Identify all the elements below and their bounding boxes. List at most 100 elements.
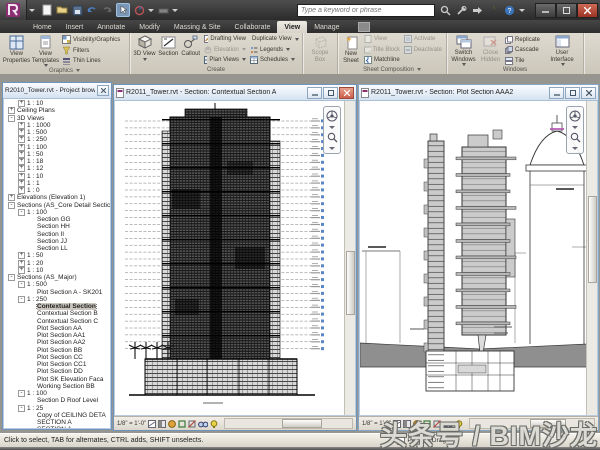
tree-expand-icon[interactable] [18,390,25,397]
tree-expand-icon[interactable] [18,252,25,259]
ribbon-tab[interactable]: Manage [307,21,346,33]
ribbon-tab[interactable]: Modify [132,21,167,33]
tree-item[interactable]: Section II [6,231,110,238]
minimize-button[interactable] [535,3,556,18]
ribbon-tab[interactable]: Home [26,21,59,33]
undo-icon[interactable] [86,4,98,16]
tree-item[interactable]: 1 : 12 [6,165,110,172]
close-button[interactable] [577,3,598,18]
tree-expand-icon[interactable] [8,107,15,114]
reveal-hidden-icon[interactable] [210,420,218,428]
tree-item[interactable]: 1 : 250 [6,136,110,143]
wheel-caret-icon[interactable] [572,126,578,129]
callout-button[interactable]: Callout [180,34,202,65]
activate-button[interactable]: Activate [404,34,442,44]
tree-item[interactable]: Plot SK Elevation Faca [6,376,110,383]
tree-item[interactable]: 1 : 10 [6,173,110,180]
tree-expand-icon[interactable] [8,194,15,201]
tree-expand-icon[interactable] [18,158,25,165]
window1-horizontal-scrollbar[interactable] [224,418,353,429]
window1-vertical-scrollbar[interactable] [344,101,355,415]
tree-expand-icon[interactable] [18,209,25,216]
tree-item[interactable]: Section HH [6,223,110,230]
window1-minimize-icon[interactable] [307,87,322,99]
window2-close-icon[interactable] [581,87,596,99]
tree-item[interactable]: 3D Views [6,115,110,122]
maximize-button[interactable] [556,3,577,18]
tree-item[interactable]: 1 : 100 [6,390,110,397]
wheel-caret-icon[interactable] [329,126,335,129]
temporary-hide-isolate-icon[interactable] [198,420,208,428]
3d-view-button[interactable]: 3D View [132,34,157,65]
tree-expand-icon[interactable] [18,267,25,274]
tree-item[interactable]: 1 : 1 [6,180,110,187]
title-block-button[interactable]: Title Block [364,45,400,55]
tree-item[interactable]: Elevations (Elevation 1) [6,194,110,201]
tree-item[interactable]: Plot Section CC [6,354,110,361]
visibility-graphics-button[interactable]: Visibility/Graphics [62,35,120,45]
steering-wheel-icon[interactable] [569,110,581,122]
tree-item[interactable]: SECTION A [6,419,110,426]
replicate-button[interactable]: Replicate [505,35,545,45]
tree-expand-icon[interactable] [18,281,25,288]
zoom-icon[interactable] [570,132,581,143]
window1-vscroll-thumb[interactable] [346,251,355,315]
modify-cursor-icon[interactable] [116,3,130,17]
view-button[interactable]: View [364,34,400,44]
tree-expand-icon[interactable] [8,274,15,281]
qat-tool-caret-icon[interactable] [148,9,154,12]
detail-level-icon[interactable] [393,420,401,428]
ribbon-tab[interactable]: Massing & Site [167,21,228,33]
section-button[interactable]: Section [157,34,179,65]
tree-expand-icon[interactable] [18,100,25,107]
matchline-button[interactable]: Matchline [364,55,400,65]
new-sheet-button[interactable]: New Sheet [340,34,362,65]
window1-title-bar[interactable]: R2011_Tower.rvt - Section: Contextual Se… [114,85,356,101]
zoom-icon[interactable] [327,132,338,143]
tree-item[interactable]: 1 : 10 [6,100,110,107]
tree-item[interactable]: Section JJ [6,238,110,245]
tree-expand-icon[interactable] [18,260,25,267]
filters-button[interactable]: Filters [62,46,120,56]
application-menu-button[interactable] [0,0,27,20]
tree-expand-icon[interactable] [8,115,15,122]
view-templates-button[interactable]: View Templates [31,34,60,67]
measure-icon[interactable] [157,4,169,16]
tree-item[interactable]: 1 : 50 [6,151,110,158]
tree-item[interactable]: Sections (AS_Core Detail Sectic [6,202,110,209]
search-options-icon[interactable] [439,4,451,16]
project-browser-title-bar[interactable]: R2010_Tower.rvt - Project browser [3,83,111,99]
zoom-caret-icon[interactable] [572,147,578,150]
tree-item[interactable]: Contextual Section [6,303,110,310]
tree-item[interactable]: 1 : 100 [6,144,110,151]
deactivate-button[interactable]: Deactivate [404,45,442,55]
tile-button[interactable]: Tile [505,56,545,66]
press-drag-checkbox[interactable] [397,437,405,445]
tree-expand-icon[interactable] [18,180,25,187]
legends-button[interactable]: Legends [250,45,298,55]
tree-item[interactable]: Section D Roof Level [6,397,110,404]
open-file-icon[interactable] [56,4,68,16]
tree-item[interactable]: Plot Section AA1 [6,332,110,339]
tree-item[interactable]: Plot Section AA2 [6,339,110,346]
communication-center-icon[interactable] [471,4,483,16]
save-icon[interactable] [71,4,83,16]
sync-icon[interactable] [133,4,145,16]
subscription-center-icon[interactable] [455,4,467,16]
search-input[interactable] [297,4,435,17]
tree-item[interactable]: Contextual Section C [6,318,110,325]
tree-item[interactable]: 1 : 1000 [6,122,110,129]
switch-windows-button[interactable]: Switch Windows [449,34,478,66]
window1-close-icon[interactable] [339,87,354,99]
tree-item[interactable]: 1 : 250 [6,296,110,303]
close-hidden-button[interactable]: Close Hidden [478,34,503,66]
schedules-button[interactable]: Schedules [250,55,298,65]
tree-expand-icon[interactable] [18,136,25,143]
window2-restore-icon[interactable] [565,87,580,99]
tree-item[interactable]: 1 : 20 [6,260,110,267]
window2-title-bar[interactable]: R2011_Tower.rvt - Section: Plot Section … [359,85,598,101]
steering-wheel-icon[interactable] [326,110,338,122]
window2-minimize-icon[interactable] [549,87,564,99]
tree-expand-icon[interactable] [18,122,25,129]
tree-expand-icon[interactable] [18,144,25,151]
